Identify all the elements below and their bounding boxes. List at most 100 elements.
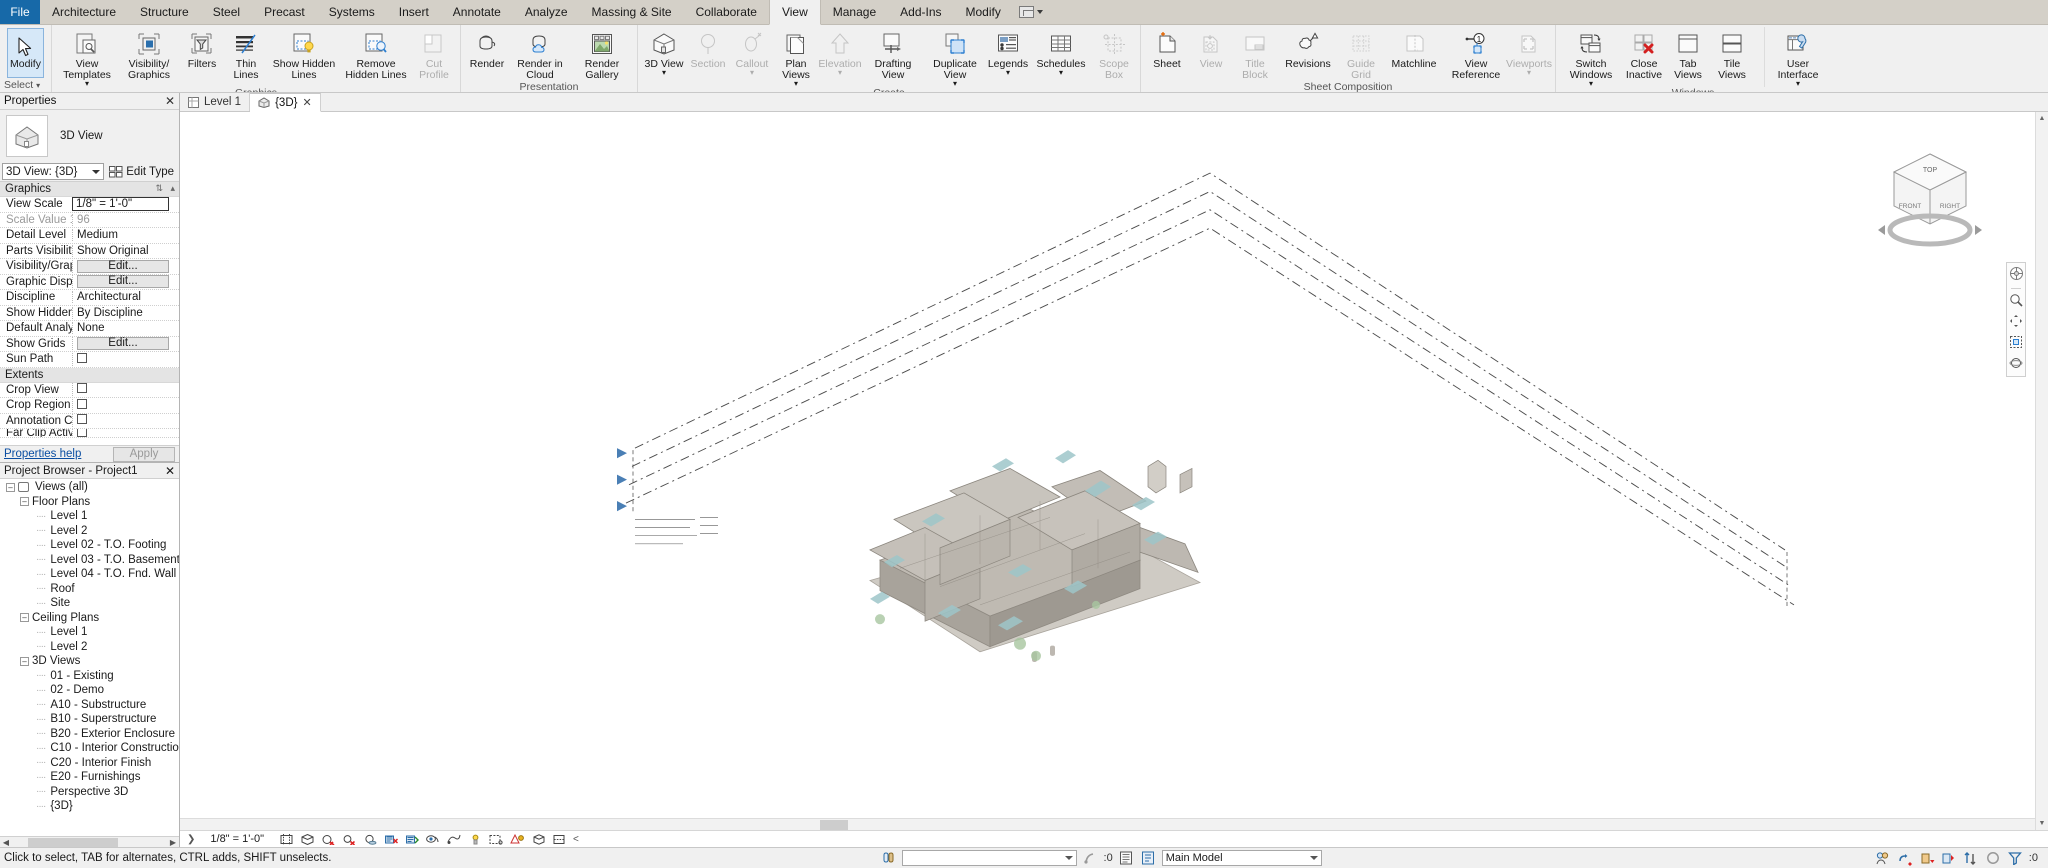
tree-node[interactable]: ···· Level 02 - T.O. Footing: [0, 538, 179, 553]
canvas-hscrollbar[interactable]: [180, 818, 2035, 830]
user-interface-button[interactable]: User Interface ▾: [1764, 27, 1826, 88]
far-clip-active-checkbox[interactable]: [77, 429, 87, 437]
close-icon[interactable]: ✕: [302, 96, 311, 109]
tree-node[interactable]: ···· Level 2: [0, 524, 179, 539]
worksets-dialog-icon[interactable]: [1118, 850, 1135, 866]
ribbon-tab-structure[interactable]: Structure: [128, 0, 201, 24]
close-inactive-button[interactable]: Close Inactive: [1622, 27, 1666, 81]
thin-lines-button[interactable]: Thin Lines: [224, 27, 268, 81]
design-option-selector[interactable]: [901, 850, 1077, 866]
view-scale-label[interactable]: 1/8" = 1'-0": [202, 833, 272, 845]
ribbon-tab-steel[interactable]: Steel: [201, 0, 252, 24]
tree-node[interactable]: ···· 01 - Existing: [0, 669, 179, 684]
property-row-sun-path[interactable]: Sun Path: [0, 352, 179, 368]
view-cube[interactable]: TOP FRONT RIGHT: [1870, 142, 1990, 247]
ribbon-minimize-icon[interactable]: [1018, 6, 1034, 18]
property-row-crop-view[interactable]: Crop View: [0, 383, 179, 398]
property-row-view-scale[interactable]: View Scale 1/8" = 1'-0": [0, 197, 179, 213]
ribbon-tab-add-ins[interactable]: Add-Ins: [888, 0, 953, 24]
ribbon-tab-modify[interactable]: Modify: [954, 0, 1013, 24]
tree-node[interactable]: ···· A10 - Substructure: [0, 698, 179, 713]
crop-view-icon[interactable]: [279, 833, 293, 846]
ribbon-tab-precast[interactable]: Precast: [252, 0, 317, 24]
tree-node[interactable]: ···· B20 - Exterior Enclosure: [0, 727, 179, 742]
property-row-parts-visibility[interactable]: Parts Visibility Show Original: [0, 244, 179, 259]
property-row-far-clip-active[interactable]: Far Clip Active: [0, 429, 179, 438]
tree-node[interactable]: ···· 02 - Demo: [0, 683, 179, 698]
scroll-left-icon[interactable]: ◀: [0, 838, 12, 847]
ribbon-tab-manage[interactable]: Manage: [821, 0, 888, 24]
ribbon-tab-annotate[interactable]: Annotate: [441, 0, 513, 24]
close-icon[interactable]: ✕: [165, 465, 175, 477]
legends-button[interactable]: Legends ▾: [986, 27, 1030, 77]
sun-path-icon[interactable]: [342, 833, 356, 846]
shadows-icon[interactable]: [363, 833, 377, 846]
ribbon-tab-view[interactable]: View: [768, 0, 821, 25]
filters-button[interactable]: Filters: [180, 27, 224, 70]
tree-node[interactable]: ···· Level 2: [0, 640, 179, 655]
reload-latest-icon[interactable]: [1941, 850, 1958, 866]
drafting-view-button[interactable]: Drafting View: [862, 27, 924, 81]
collapse-icon[interactable]: ▴: [170, 183, 175, 194]
tree-node[interactable]: ···· C20 - Interior Finish: [0, 756, 179, 771]
ribbon-display-options[interactable]: [1013, 0, 1049, 24]
property-row-visibility-graphics[interactable]: Visibility/Grap... Edit...: [0, 259, 179, 275]
tree-node[interactable]: ···· Level 1: [0, 509, 179, 524]
property-row-discipline[interactable]: Discipline Architectural: [0, 290, 179, 306]
tree-node[interactable]: ···· Perspective 3D: [0, 785, 179, 800]
ribbon-tab-systems[interactable]: Systems: [317, 0, 387, 24]
crop-region-checkbox[interactable]: [77, 398, 87, 409]
zoom-region-icon[interactable]: [2009, 293, 2023, 310]
tree-node[interactable]: ···· Level 03 - T.O. Basement: [0, 553, 179, 568]
hide-crop-boundary-icon[interactable]: [552, 833, 566, 846]
sort-icon[interactable]: ⇅: [155, 183, 163, 194]
tree-node[interactable]: ···· Roof: [0, 582, 179, 597]
ribbon-tab-massing-site[interactable]: Massing & Site: [580, 0, 684, 24]
scroll-right-icon[interactable]: ▶: [167, 838, 179, 847]
orbit-icon[interactable]: [2009, 356, 2023, 373]
property-row-detail-level[interactable]: Detail Level Medium: [0, 228, 179, 244]
filter-icon[interactable]: [2007, 850, 2024, 866]
tree-node[interactable]: – Ceiling Plans: [0, 611, 179, 626]
ribbon-tab-architecture[interactable]: Architecture: [40, 0, 128, 24]
crop-region-icon[interactable]: [405, 833, 419, 846]
switch-windows-button[interactable]: Switch Windows ▾: [1560, 27, 1622, 88]
edit-type-button[interactable]: Edit Type: [106, 165, 177, 178]
tree-node[interactable]: ···· Level 04 - T.O. Fnd. Wall: [0, 567, 179, 582]
editing-requests-icon[interactable]: [1875, 850, 1892, 866]
render-button[interactable]: Render: [465, 27, 509, 70]
type-selector[interactable]: 3D View: {3D}: [2, 163, 105, 180]
crop-view-checkbox[interactable]: [77, 383, 87, 394]
visibility-graphics-edit-button[interactable]: Edit...: [77, 259, 169, 273]
steering-wheel-icon[interactable]: [2009, 266, 2024, 284]
view-reference-button[interactable]: 1 View Reference: [1445, 27, 1507, 81]
property-row-crop-region[interactable]: Crop Region ...: [0, 398, 179, 414]
scroll-thumb[interactable]: [820, 819, 848, 830]
design-options-icon[interactable]: [880, 850, 897, 866]
scroll-up-icon[interactable]: ▲: [2036, 112, 2048, 125]
collapse-right-icon[interactable]: <: [573, 834, 579, 845]
3d-view-button[interactable]: 3D View ▾: [642, 27, 686, 77]
modify-button[interactable]: Modify: [7, 28, 44, 78]
rendering-dialog-icon[interactable]: [384, 833, 398, 846]
reveal-hidden-icon[interactable]: [447, 833, 461, 846]
show-grids-edit-button[interactable]: Edit...: [77, 337, 169, 351]
model-updates-icon[interactable]: [1963, 850, 1980, 866]
view-templates-button[interactable]: View Templates ▾: [56, 27, 118, 88]
remove-hidden-lines-button[interactable]: Remove Hidden Lines: [340, 27, 412, 81]
scroll-thumb[interactable]: [28, 837, 118, 847]
tree-node[interactable]: ···· {3D}: [0, 799, 179, 814]
view-scale-value[interactable]: 1/8" = 1'-0": [72, 197, 169, 212]
exclude-options-icon[interactable]: [1082, 850, 1099, 866]
apply-button[interactable]: Apply: [113, 446, 175, 462]
ribbon-tab-collaborate[interactable]: Collaborate: [684, 0, 769, 24]
3d-view-canvas[interactable]: TOP FRONT RIGHT ▲ ▼: [180, 112, 2048, 830]
active-workset-selector[interactable]: Main Model: [1161, 850, 1322, 866]
zoom-extents-icon[interactable]: [2009, 335, 2023, 352]
active-workset-icon[interactable]: [1140, 850, 1157, 866]
show-hidden-lines-button[interactable]: Show Hidden Lines: [268, 27, 340, 81]
tree-node[interactable]: –3D Views: [0, 654, 179, 669]
tree-expander-icon[interactable]: –: [6, 482, 15, 492]
worksharing-display-icon[interactable]: [531, 833, 545, 846]
property-row-show-grids[interactable]: Show Grids Edit...: [0, 337, 179, 352]
